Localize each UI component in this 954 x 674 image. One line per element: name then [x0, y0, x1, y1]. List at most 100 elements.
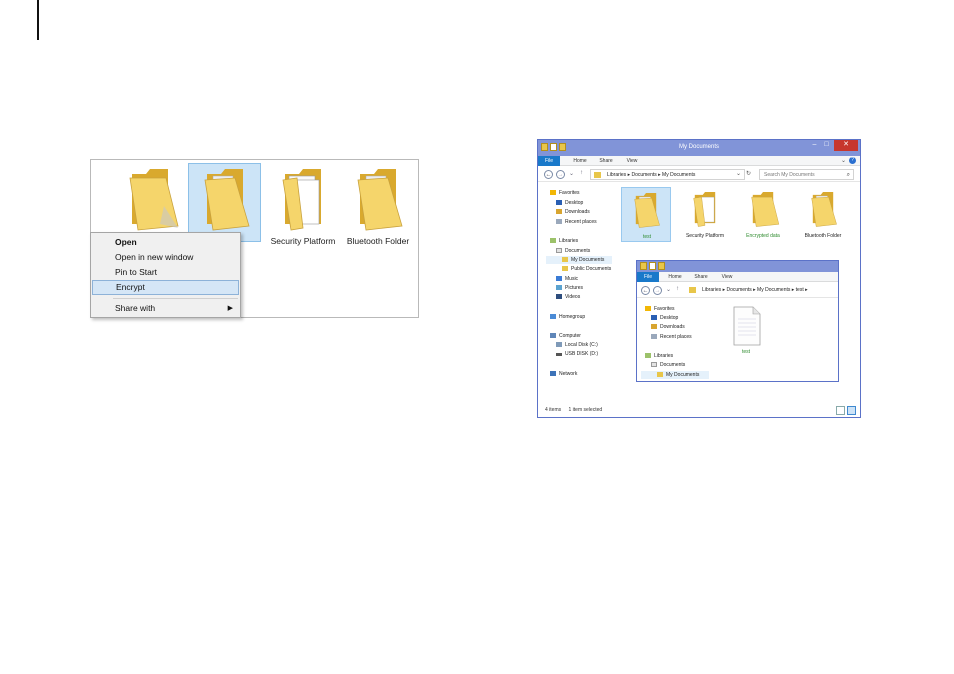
tab-view[interactable]: View	[622, 156, 642, 166]
address-box[interactable]: Libraries ▸ Documents ▸ My Documents	[590, 169, 745, 180]
submenu-arrow-icon: ▶	[227, 305, 233, 312]
nav-label: Network	[559, 371, 578, 377]
expand-ribbon-icon[interactable]: ⌄	[841, 157, 846, 164]
nav-favorites[interactable]: Favorites	[645, 305, 675, 313]
nav-label: Desktop	[660, 315, 679, 321]
folder-icon	[594, 172, 601, 178]
tab-home[interactable]: Home	[570, 156, 590, 166]
folder-icon[interactable]	[640, 262, 647, 270]
nav-label: Libraries	[654, 353, 674, 359]
nav-network[interactable]: Network	[550, 370, 577, 378]
quick-access-toolbar	[640, 262, 665, 272]
documents-icon	[556, 248, 562, 253]
item-test-file[interactable]: test	[721, 303, 771, 357]
pictures-icon	[556, 285, 562, 290]
nav-libraries[interactable]: Libraries	[645, 352, 673, 360]
large-icons-view-icon[interactable]	[847, 406, 856, 415]
new-folder-icon[interactable]	[658, 262, 665, 270]
nav-downloads[interactable]: Downloads	[651, 323, 685, 331]
folder-with-files-icon	[811, 192, 837, 227]
folder-item-bluetooth-folder[interactable]: Bluetooth Folder	[341, 164, 415, 246]
nav-my-documents[interactable]: My Documents	[546, 256, 612, 264]
address-dropdown-icon[interactable]: ⌄	[736, 169, 741, 180]
help-icon[interactable]: ?	[849, 157, 856, 164]
nav-documents[interactable]: Documents	[556, 247, 590, 255]
folder-icon	[689, 287, 696, 293]
close-button[interactable]: ✕	[834, 140, 858, 151]
search-input[interactable]: Search My Documents ⌕	[759, 169, 854, 180]
inner-address-box[interactable]: Libraries ▸ Documents ▸ My Documents ▸ t…	[686, 285, 838, 296]
properties-icon[interactable]	[649, 262, 656, 270]
tab-file[interactable]: File	[637, 272, 659, 282]
share-with-label: Share with	[115, 303, 156, 313]
tab-file[interactable]: File	[538, 156, 560, 166]
nav-local-disk[interactable]: Local Disk (C:)	[556, 341, 598, 349]
nav-music[interactable]: Music	[556, 275, 578, 283]
refresh-icon[interactable]: ↻	[746, 169, 751, 180]
folder-with-files-icon	[204, 169, 250, 231]
up-button[interactable]: ↑	[580, 170, 583, 176]
nav-videos[interactable]: Videos	[556, 293, 580, 301]
nav-recent-places[interactable]: Recent places	[556, 218, 597, 226]
nav-homegroup[interactable]: Homegroup	[550, 313, 585, 321]
status-item-count: 4 items	[545, 407, 562, 413]
inner-file-list: test	[711, 299, 838, 381]
nav-label: Homegroup	[559, 314, 586, 320]
tab-home[interactable]: Home	[665, 272, 685, 282]
folder-item-selected[interactable]	[188, 163, 261, 242]
forward-button[interactable]: →	[653, 286, 662, 295]
folder-item-security-platform[interactable]: Security Platform	[266, 164, 340, 246]
tab-share[interactable]: Share	[691, 272, 711, 282]
nav-computer[interactable]: Computer	[550, 332, 581, 340]
nav-favorites[interactable]: Favorites	[550, 189, 580, 197]
nav-downloads[interactable]: Downloads	[556, 208, 590, 216]
nav-desktop[interactable]: Desktop	[651, 314, 678, 322]
nav-libraries[interactable]: Libraries	[550, 237, 578, 245]
nav-recent-places[interactable]: Recent places	[651, 333, 692, 341]
status-selected: 1 item selected	[568, 407, 603, 413]
context-menu-open[interactable]: Open	[92, 235, 239, 250]
nav-label: My Documents	[666, 372, 700, 378]
nav-label: USB DISK (D:)	[565, 351, 599, 357]
tab-share[interactable]: Share	[596, 156, 616, 166]
nav-public-documents[interactable]: Public Documents	[562, 265, 611, 273]
nav-label: Music	[565, 276, 579, 282]
recent-locations-icon[interactable]: ⌄	[666, 286, 671, 293]
item-security-platform[interactable]: Security Platform	[680, 187, 730, 243]
item-encrypted-data[interactable]: Encrypted data	[738, 187, 788, 243]
item-test[interactable]: test	[621, 187, 671, 242]
folder-icon	[562, 257, 568, 262]
recent-locations-icon[interactable]: ⌄	[569, 170, 574, 177]
search-icon: ⌕	[846, 172, 850, 178]
tab-view[interactable]: View	[717, 272, 737, 282]
folder-label: Bluetooth Folder	[346, 236, 410, 246]
nav-label: Videos	[565, 294, 581, 300]
context-menu-separator	[113, 298, 238, 299]
context-menu-open-new-window[interactable]: Open in new window	[92, 250, 239, 265]
maximize-button[interactable]: □	[821, 140, 832, 151]
nav-label: Favorites	[559, 190, 580, 196]
nav-label: Downloads	[565, 209, 590, 215]
star-icon	[645, 306, 651, 311]
nav-pictures[interactable]: Pictures	[556, 284, 583, 292]
up-button[interactable]: ↑	[676, 286, 679, 292]
context-menu-encrypt[interactable]: Encrypt	[92, 280, 239, 295]
context-menu-share-with[interactable]: Share with ▶	[92, 301, 239, 316]
documents-icon	[651, 362, 657, 367]
minimize-button[interactable]: –	[809, 140, 820, 151]
back-button[interactable]: ←	[544, 170, 553, 179]
desktop-icon	[651, 315, 657, 320]
inner-address-bar-row: ← → ⌄ ↑ Libraries ▸ Documents ▸ My Docum…	[637, 283, 838, 298]
nav-documents[interactable]: Documents	[651, 361, 685, 369]
back-button[interactable]: ←	[641, 286, 650, 295]
forward-button[interactable]: →	[556, 170, 565, 179]
nav-my-documents[interactable]: My Documents	[641, 371, 709, 379]
nav-label: Documents	[660, 362, 686, 368]
context-menu-pin-to-start[interactable]: Pin to Start	[92, 265, 239, 280]
nav-desktop[interactable]: Desktop	[556, 199, 583, 207]
item-bluetooth-folder[interactable]: Bluetooth Folder	[798, 187, 848, 243]
folder-icon	[562, 266, 568, 271]
inner-title-bar	[637, 261, 838, 272]
nav-usb-disk[interactable]: USB DISK (D:)	[556, 350, 598, 358]
details-view-icon[interactable]	[836, 406, 845, 415]
